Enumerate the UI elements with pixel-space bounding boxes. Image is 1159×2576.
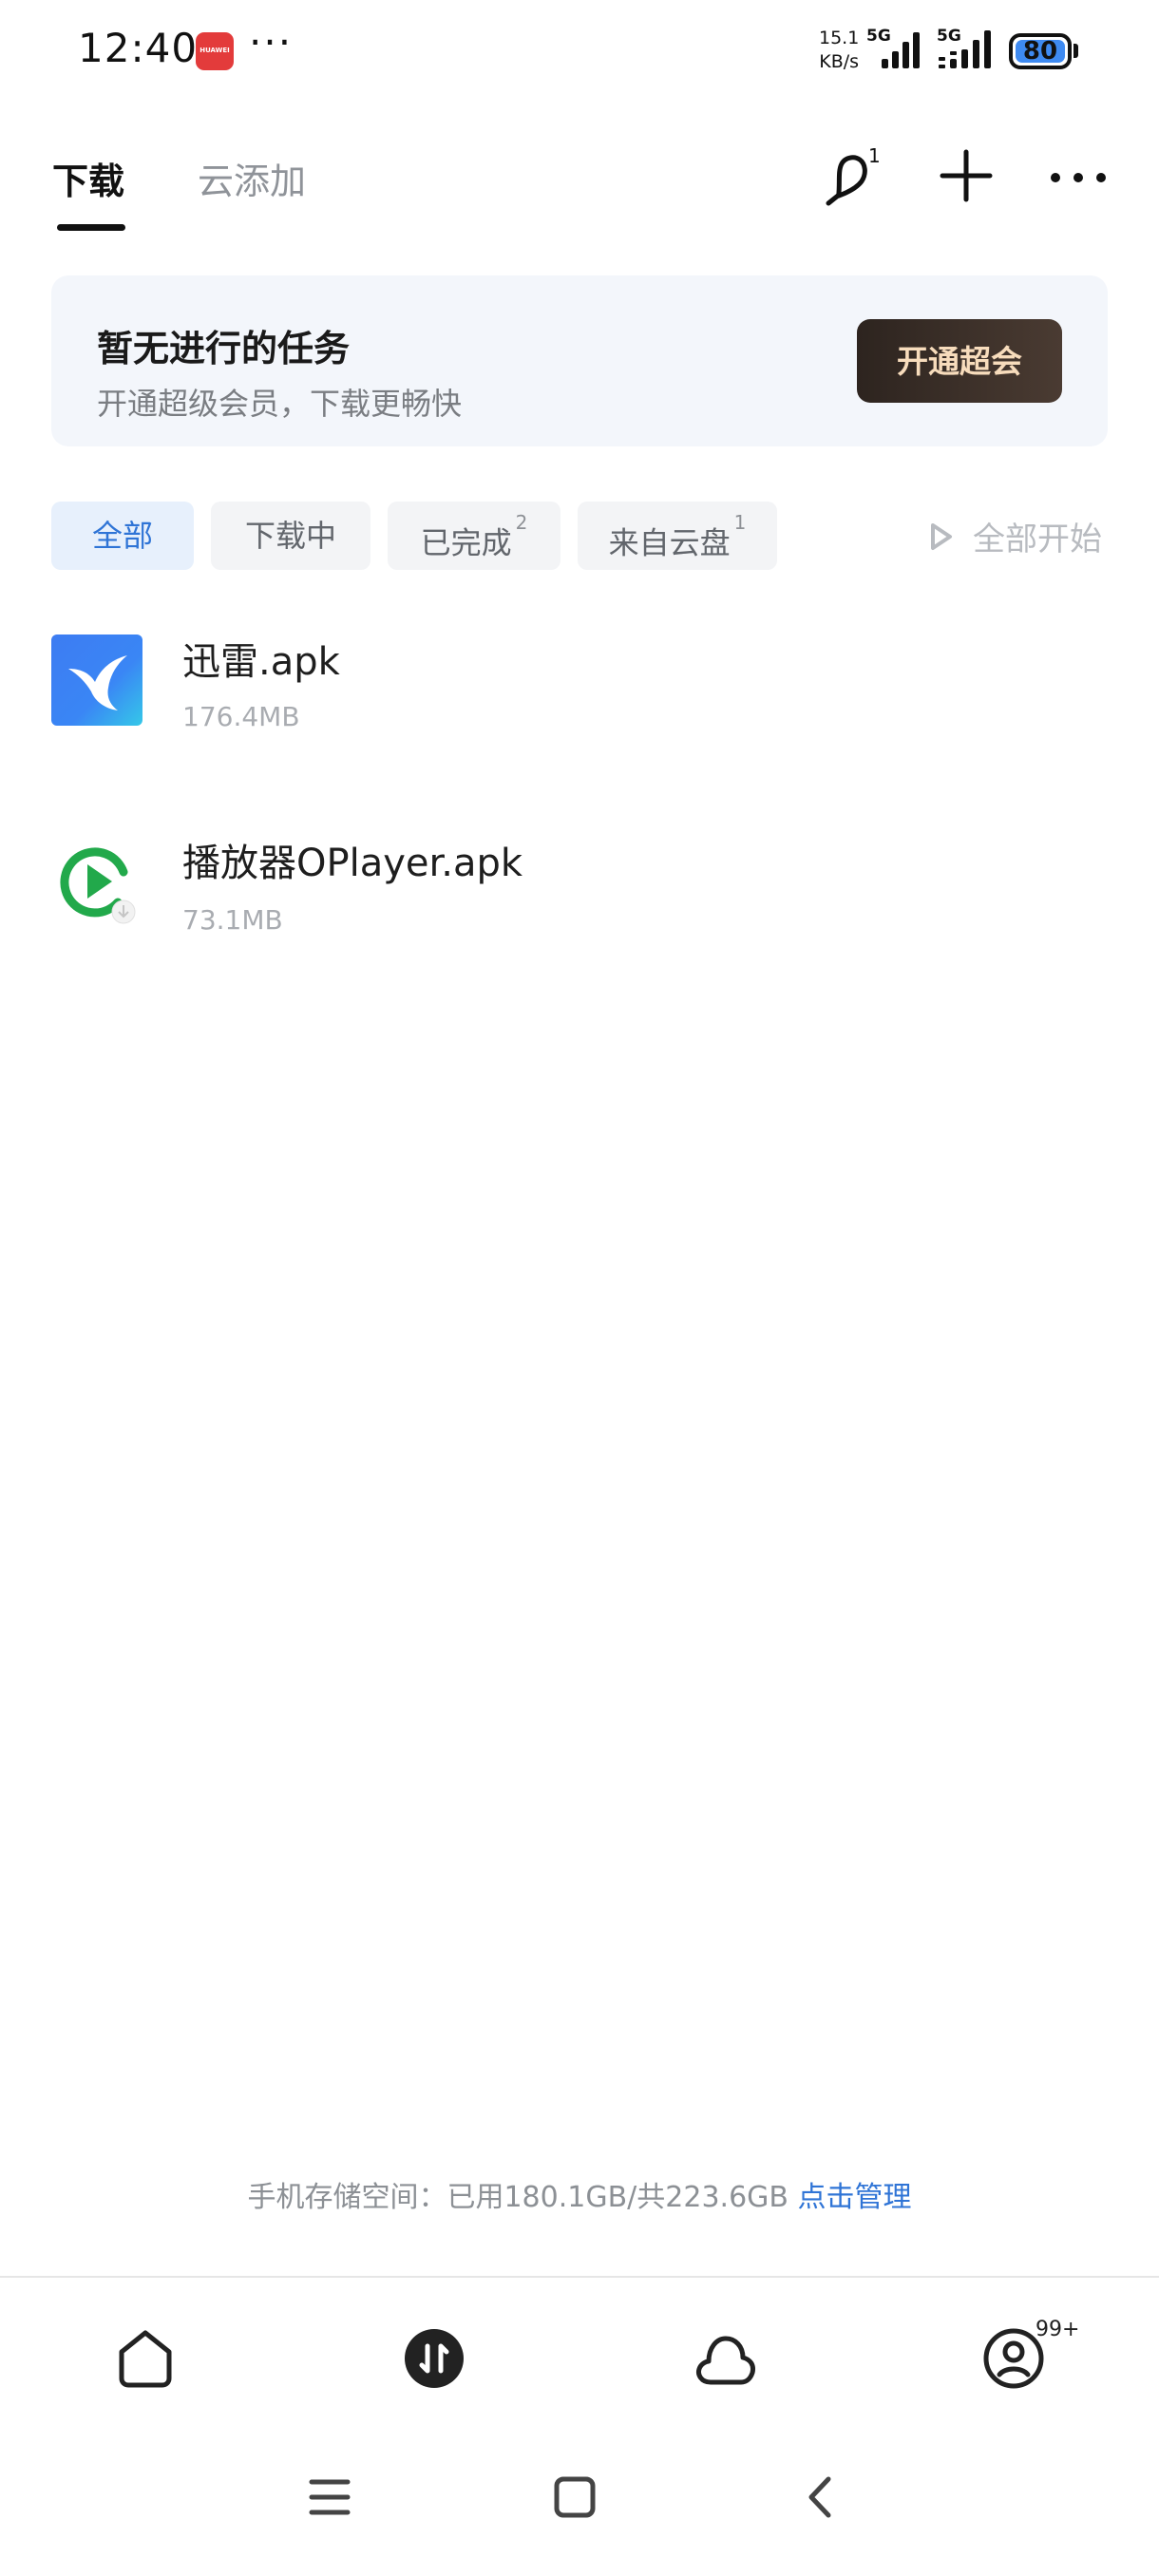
tab-active-indicator: [57, 224, 125, 231]
huawei-appgallery-icon: HUAWEI: [196, 32, 234, 70]
storage-info: 手机存储空间：已用180.1GB/共223.6GB 点击管理: [0, 2173, 1159, 2215]
profile-badge: 99+: [1036, 2318, 1080, 2341]
battery-tip: [1074, 44, 1078, 58]
back-icon[interactable]: [800, 2475, 844, 2523]
filter-chip-from-cloud-label: 来自云盘: [608, 524, 731, 561]
signal-5g-label: 5G: [866, 27, 891, 46]
oplayer-play-icon: [51, 836, 142, 927]
plus-icon[interactable]: [933, 142, 999, 209]
open-vip-button[interactable]: 开通超会: [857, 319, 1062, 403]
filter-chip-downloading[interactable]: 下载中: [211, 502, 370, 570]
banner-title: 暂无进行的任务: [97, 328, 351, 369]
signal-5g-secondary-icon: 5G: [937, 27, 999, 74]
battery-level: 80: [1022, 37, 1058, 66]
network-speed-unit: KB/s: [819, 51, 860, 72]
status-more-dots: ···: [249, 19, 294, 66]
filter-chip-from-cloud[interactable]: 来自云盘1: [578, 502, 777, 570]
filter-chip-all[interactable]: 全部: [51, 502, 194, 570]
menu-icon[interactable]: [308, 2475, 352, 2523]
filter-chip-downloading-label: 下载中: [244, 518, 336, 554]
file-name: 迅雷.apk: [182, 640, 340, 684]
huawei-icon-text: HUAWEI: [200, 47, 230, 54]
signal-5g-secondary-label: 5G: [937, 27, 961, 46]
file-size: 73.1MB: [182, 904, 283, 936]
manage-storage-link[interactable]: 点击管理: [798, 2181, 912, 2214]
play-outline-icon: [929, 522, 954, 555]
transfer-icon[interactable]: [401, 2325, 467, 2392]
notification-badge: 1: [868, 144, 881, 167]
tab-download[interactable]: 下载: [52, 152, 124, 204]
filter-chip-completed[interactable]: 已完成2: [388, 502, 560, 570]
filter-chip-all-label: 全部: [91, 518, 153, 554]
battery-icon: 80: [1009, 33, 1072, 69]
list-item[interactable]: 播放器OPlayer.apk 73.1MB: [0, 821, 1159, 963]
tab-cloud-add[interactable]: 云添加: [198, 152, 306, 204]
list-item[interactable]: 迅雷.apk 176.4MB: [0, 617, 1159, 760]
home-icon[interactable]: [112, 2325, 179, 2392]
status-time: 12:40: [78, 25, 199, 71]
file-name: 播放器OPlayer.apk: [182, 842, 523, 885]
bottom-divider: [0, 2276, 1159, 2278]
more-icon[interactable]: [1045, 142, 1112, 209]
filter-chip-completed-label: 已完成: [420, 524, 512, 561]
filter-chip-from-cloud-count: 1: [733, 511, 747, 534]
start-all-button[interactable]: 全部开始: [973, 513, 1102, 559]
thunder-bird-icon: [51, 635, 142, 726]
network-speed: 15.1 KB/s: [819, 27, 859, 74]
storage-usage-text: 手机存储空间：已用180.1GB/共223.6GB: [247, 2181, 788, 2214]
file-size: 176.4MB: [182, 701, 300, 732]
filter-chip-completed-count: 2: [515, 511, 528, 534]
home-square-icon[interactable]: [553, 2475, 597, 2523]
cloud-icon[interactable]: [692, 2325, 758, 2392]
network-speed-value: 15.1: [819, 28, 860, 48]
signal-5g-icon: 5G: [866, 27, 925, 74]
banner-subtitle: 开通超级会员，下载更畅快: [97, 386, 463, 422]
